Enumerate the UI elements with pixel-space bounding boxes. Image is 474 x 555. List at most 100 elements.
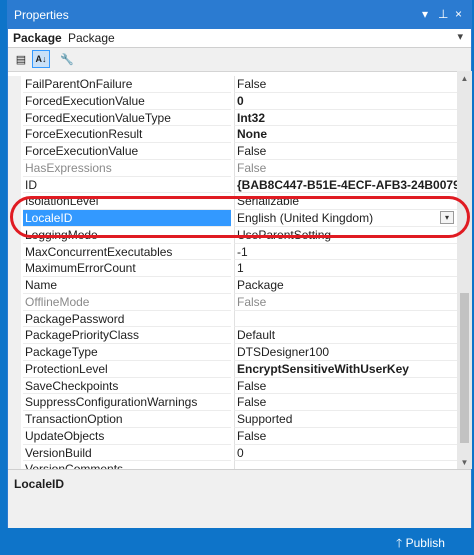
property-row[interactable]: PackagePriorityClass Default xyxy=(8,327,457,344)
window-position-dropdown-icon[interactable]: ▾ xyxy=(422,7,428,21)
property-row[interactable]: HasExpressions False xyxy=(8,159,457,177)
scroll-down-icon[interactable]: ▼ xyxy=(457,455,472,469)
close-icon[interactable]: × xyxy=(455,7,462,21)
row-gutter xyxy=(8,327,21,344)
property-row[interactable]: ForcedExecutionValueType Int32 xyxy=(8,109,457,127)
property-row[interactable]: LoggingMode UseParentSetting xyxy=(8,226,457,244)
row-gutter xyxy=(8,310,21,328)
property-value[interactable]: UseParentSetting xyxy=(234,226,457,244)
property-name[interactable]: Name xyxy=(23,277,231,294)
property-value[interactable]: DTSDesigner100 xyxy=(234,344,457,361)
property-value[interactable]: Supported xyxy=(234,411,457,428)
property-grid[interactable]: FailParentOnFailure False ForcedExecutionV… xyxy=(8,71,457,470)
property-row[interactable]: Name Package xyxy=(8,277,457,294)
property-value[interactable]: Package xyxy=(234,277,457,294)
property-row[interactable]: SuppressConfigurationWarnings False xyxy=(8,394,457,411)
property-value[interactable]: 1 xyxy=(234,260,457,277)
property-value-text: False xyxy=(237,77,267,91)
property-name[interactable]: IsolationLevel xyxy=(23,193,231,210)
property-row[interactable]: MaxConcurrentExecutables -1 xyxy=(8,243,457,261)
row-gutter xyxy=(8,360,21,378)
property-name[interactable]: ForcedExecutionValueType xyxy=(23,110,231,127)
row-gutter xyxy=(8,92,21,110)
row-gutter xyxy=(8,76,21,93)
property-name[interactable]: MaximumErrorCount xyxy=(23,260,231,277)
property-value[interactable]: False xyxy=(234,293,457,311)
object-dropdown-icon[interactable]: ▾ xyxy=(457,30,463,43)
property-value[interactable]: -1 xyxy=(234,243,457,261)
row-gutter xyxy=(8,394,21,411)
property-value[interactable]: False xyxy=(234,76,457,93)
property-value[interactable]: False xyxy=(234,377,457,395)
row-gutter xyxy=(8,243,21,261)
property-value[interactable]: 0 xyxy=(234,92,457,110)
property-name[interactable]: LoggingMode xyxy=(23,227,231,244)
property-value[interactable]: False xyxy=(234,159,457,177)
property-row[interactable]: MaximumErrorCount 1 xyxy=(8,260,457,277)
property-row[interactable]: ProtectionLevel EncryptSensitiveWithUserK… xyxy=(8,360,457,378)
property-row[interactable]: FailParentOnFailure False xyxy=(8,76,457,93)
property-value[interactable]: Serializable xyxy=(234,193,457,210)
property-name[interactable]: SuppressConfigurationWarnings xyxy=(23,394,231,411)
property-name[interactable]: PackagePriorityClass xyxy=(23,327,231,344)
property-row[interactable]: VersionBuild 0 xyxy=(8,444,457,462)
property-row[interactable]: UpdateObjects False xyxy=(8,427,457,445)
property-value[interactable]: False xyxy=(234,427,457,445)
property-value-text: EncryptSensitiveWithUserKey xyxy=(237,361,409,376)
property-value[interactable]: EncryptSensitiveWithUserKey xyxy=(234,360,457,378)
value-dropdown-button[interactable]: ▾ xyxy=(440,211,454,224)
property-name[interactable]: ID xyxy=(23,177,231,194)
property-value-text: 0 xyxy=(237,93,244,108)
property-value[interactable]: English (United Kingdom) ▾ xyxy=(234,210,457,227)
property-row[interactable]: PackagePassword xyxy=(8,310,457,328)
property-value[interactable]: False xyxy=(234,394,457,411)
property-name[interactable]: OfflineMode xyxy=(23,294,231,311)
property-value-text: Package xyxy=(237,278,284,292)
grid-scrollbar[interactable]: ▲ ▼ xyxy=(457,71,472,469)
property-name[interactable]: ProtectionLevel xyxy=(23,361,231,378)
scrollbar-thumb[interactable] xyxy=(460,293,469,443)
property-value[interactable]: None xyxy=(234,126,457,143)
property-value[interactable]: 0 xyxy=(234,444,457,462)
property-name[interactable]: UpdateObjects xyxy=(23,428,231,445)
alphabetical-button[interactable]: A↓ xyxy=(32,50,50,68)
property-row[interactable]: SaveCheckpoints False xyxy=(8,377,457,395)
alphabetical-icon: A↓ xyxy=(35,54,47,64)
property-name[interactable]: TransactionOption xyxy=(23,411,231,428)
property-row[interactable]: TransactionOption Supported xyxy=(8,411,457,428)
pin-icon[interactable]: ⊥ xyxy=(438,7,448,21)
property-name[interactable]: FailParentOnFailure xyxy=(23,76,231,93)
property-row[interactable]: PackageType DTSDesigner100 xyxy=(8,344,457,361)
publish-button[interactable]: 🡑 Publish xyxy=(396,534,445,555)
property-value[interactable]: {BAB8C447-B51E-4ECF-AFB3-24B0079B4218} xyxy=(234,176,457,194)
wrench-icon: 🔧 xyxy=(60,53,74,66)
property-name[interactable]: PackagePassword xyxy=(23,311,231,328)
property-value-text: Default xyxy=(237,328,276,343)
property-row[interactable]: ForceExecutionResult None xyxy=(8,126,457,143)
property-row[interactable]: OfflineMode False xyxy=(8,293,457,311)
property-name[interactable]: HasExpressions xyxy=(23,160,231,177)
property-value[interactable] xyxy=(234,310,457,328)
property-value[interactable]: Default xyxy=(234,327,457,344)
categorized-button[interactable]: ▤ xyxy=(12,50,30,68)
scroll-up-icon[interactable]: ▲ xyxy=(457,71,472,85)
row-gutter xyxy=(8,226,21,244)
property-name[interactable]: LocaleID xyxy=(23,210,231,227)
property-row[interactable]: IsolationLevel Serializable xyxy=(8,193,457,210)
property-name[interactable]: SaveCheckpoints xyxy=(23,378,231,395)
property-name[interactable]: ForceExecutionValue xyxy=(23,143,231,160)
property-value[interactable]: False xyxy=(234,143,457,160)
property-name[interactable]: ForcedExecutionValue xyxy=(23,93,231,110)
object-selector[interactable]: Package Package ▾ xyxy=(8,29,471,48)
property-pages-button[interactable]: 🔧 xyxy=(58,50,76,68)
property-row[interactable]: LocaleID English (United Kingdom) ▾ xyxy=(8,210,457,227)
property-value[interactable]: Int32 xyxy=(234,109,457,127)
property-name[interactable]: ForceExecutionResult xyxy=(23,126,231,143)
property-name[interactable]: VersionBuild xyxy=(23,445,231,462)
property-name[interactable]: PackageType xyxy=(23,344,231,361)
property-row[interactable]: ID {BAB8C447-B51E-4ECF-AFB3-24B0079B4218} xyxy=(8,176,457,194)
property-row[interactable]: ForcedExecutionValue 0 xyxy=(8,92,457,110)
property-name[interactable]: MaxConcurrentExecutables xyxy=(23,244,231,261)
row-gutter xyxy=(8,126,21,143)
property-row[interactable]: ForceExecutionValue False xyxy=(8,143,457,160)
